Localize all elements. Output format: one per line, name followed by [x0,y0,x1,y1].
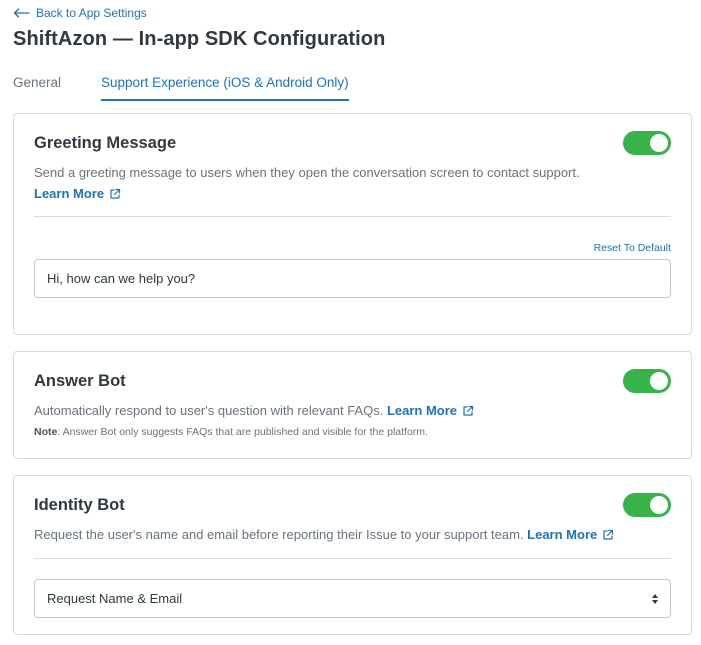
external-link-icon [602,529,614,541]
identity-bot-card: Identity Bot Request the user's name and… [13,475,692,635]
external-link-icon [462,405,474,417]
greeting-message-description: Send a greeting message to users when th… [34,165,580,180]
arrow-left-icon [13,8,30,18]
answer-bot-toggle[interactable] [623,369,671,393]
greeting-message-toggle[interactable] [623,131,671,155]
greeting-message-title: Greeting Message [34,134,177,152]
greeting-learn-more-link[interactable]: Learn More [34,186,121,201]
answer-bot-title: Answer Bot [34,372,126,390]
reset-to-default-link[interactable]: Reset To Default [594,242,671,254]
tab-support-experience[interactable]: Support Experience (iOS & Android Only) [101,66,349,101]
note-text: : Answer Bot only suggests FAQs that are… [57,426,428,438]
divider [34,216,671,217]
tab-general[interactable]: General [13,66,61,101]
answer-bot-card: Answer Bot Automatically respond to user… [13,351,692,459]
identity-bot-description-row: Request the user's name and email before… [34,527,614,542]
page-title: ShiftAzon — In-app SDK Configuration [13,28,386,50]
external-link-icon [109,188,121,200]
sdk-config-page: Back to App Settings ShiftAzon — In-app … [0,0,701,645]
select-value: Request Name & Email [47,591,183,606]
greeting-message-card: Greeting Message Send a greeting message… [13,113,692,335]
identity-bot-learn-more-link[interactable]: Learn More [527,527,614,542]
identity-bot-title: Identity Bot [34,496,125,514]
answer-bot-description: Automatically respond to user's question… [34,403,384,418]
identity-bot-toggle[interactable] [623,493,671,517]
identity-request-select[interactable]: Request Name & Email [34,579,671,618]
divider [34,558,671,559]
learn-more-label: Learn More [386,403,458,418]
toggle-knob [650,134,668,152]
tab-bar: General Support Experience (iOS & Androi… [13,66,701,101]
note-label: Note [34,426,58,438]
back-link-label: Back to App Settings [36,6,147,20]
answer-bot-note: Note: Answer Bot only suggests FAQs that… [34,426,428,438]
learn-more-label: Learn More [34,186,105,201]
back-to-app-settings-link[interactable]: Back to App Settings [13,6,147,20]
answer-bot-description-row: Automatically respond to user's question… [34,403,474,418]
toggle-knob [650,496,668,514]
toggle-knob [650,372,668,390]
learn-more-label: Learn More [527,527,598,542]
identity-bot-description: Request the user's name and email before… [34,527,524,542]
greeting-message-input[interactable] [34,259,671,298]
select-caret-icon [651,593,659,608]
answer-bot-learn-more-link[interactable]: Learn More [387,403,474,418]
